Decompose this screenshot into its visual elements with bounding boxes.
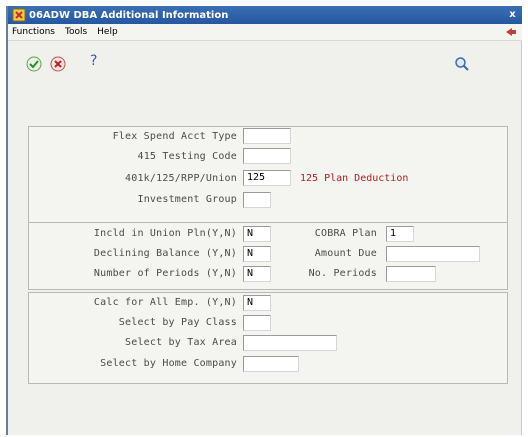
investment-group-field[interactable] (243, 192, 271, 208)
magnifier-icon[interactable] (454, 56, 470, 72)
plan-description: 125 Plan Deduction (300, 173, 409, 184)
incld-union-label: Incld in Union Pln(Y,N) (93, 228, 237, 239)
menu-tools[interactable]: Tools (65, 27, 87, 37)
close-icon[interactable]: x (506, 8, 519, 21)
amount-due-field[interactable] (386, 246, 480, 262)
flex-spend-acct-type-label: Flex Spend Acct Type (112, 131, 237, 142)
help-button[interactable]: ? (90, 53, 97, 69)
declining-balance-field[interactable]: N (243, 246, 271, 262)
testing-code-label: 415 Testing Code (137, 151, 237, 162)
home-company-label: Select by Home Company (100, 358, 237, 369)
menu-help[interactable]: Help (97, 27, 118, 37)
window-title: 06ADW DBA Additional Information (29, 9, 229, 21)
testing-code-field[interactable] (243, 148, 291, 164)
number-of-periods-label: Number of Periods (Y,N) (93, 268, 237, 279)
pay-class-field[interactable] (243, 315, 271, 331)
calc-all-emp-label: Calc for All Emp. (Y,N) (93, 297, 237, 308)
declining-balance-label: Declining Balance (Y,N) (93, 248, 237, 259)
cancel-icon[interactable] (50, 56, 66, 72)
calc-all-emp-field[interactable]: N (243, 295, 271, 311)
menu-functions[interactable]: Functions (12, 27, 55, 37)
cobra-plan-field[interactable]: 1 (386, 226, 414, 242)
amount-due-label: Amount Due (314, 248, 377, 259)
exit-arrow-icon[interactable] (504, 26, 518, 38)
incld-union-field[interactable]: N (243, 226, 271, 242)
app-icon (12, 8, 26, 22)
plan-code-label: 401k/125/RPP/Union (125, 173, 237, 184)
cobra-plan-label: COBRA Plan (314, 228, 377, 239)
number-of-periods-field[interactable]: N (243, 266, 271, 282)
home-company-field[interactable] (243, 356, 299, 372)
dba-additional-info-window: 06ADW DBA Additional Information x Funct… (6, 6, 522, 435)
pay-class-label: Select by Pay Class (118, 317, 237, 328)
plan-code-field[interactable]: 125 (243, 170, 291, 186)
title-bar: 06ADW DBA Additional Information x (8, 6, 522, 24)
menu-bar: Functions Tools Help (8, 24, 522, 41)
tax-area-label: Select by Tax Area (125, 337, 237, 348)
investment-group-label: Investment Group (137, 194, 237, 205)
no-periods-field[interactable] (386, 266, 436, 282)
no-periods-label: No. Periods (308, 268, 377, 279)
toolbar: ? (8, 42, 522, 86)
flex-spend-acct-type-field[interactable] (243, 128, 291, 144)
tax-area-field[interactable] (243, 335, 337, 351)
checkmark-icon[interactable] (26, 56, 42, 72)
